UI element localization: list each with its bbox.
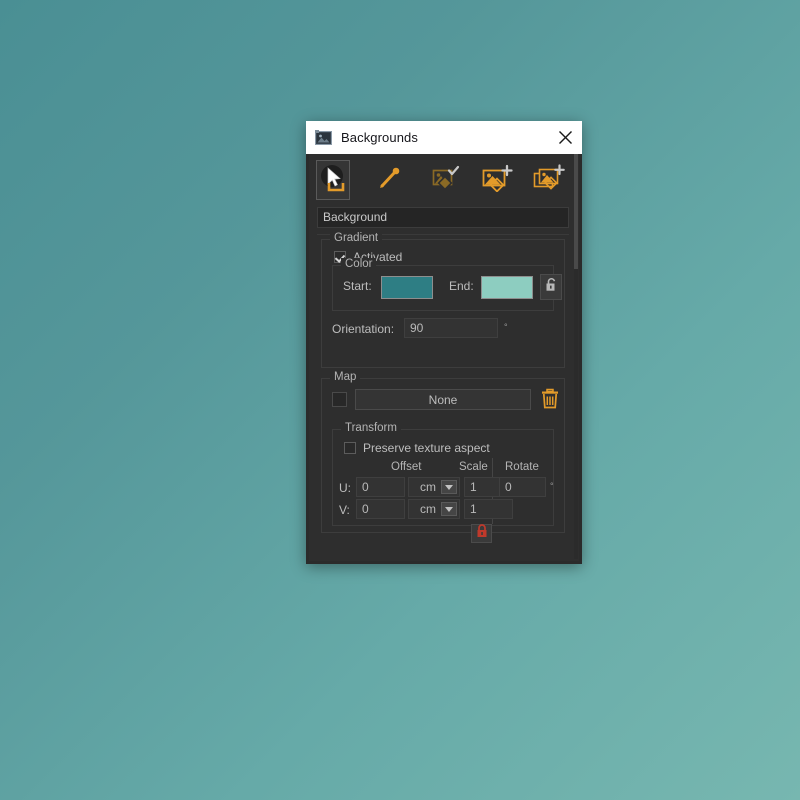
rotate-degree-symbol: ° — [550, 481, 554, 491]
start-color-label: Start: — [343, 279, 372, 293]
add-background-button[interactable] — [480, 160, 514, 200]
map-delete-button[interactable] — [540, 387, 560, 416]
u-offset-input[interactable]: 0 — [356, 477, 405, 497]
u-rotate-input[interactable]: 0 — [499, 477, 546, 497]
preserve-texture-aspect-label: Preserve texture aspect — [363, 441, 490, 455]
rotate-column-header: Rotate — [505, 461, 539, 473]
map-group-title: Map — [330, 371, 361, 383]
map-group: Map None Transform Preserve texture aspe… — [321, 371, 565, 543]
v-unit-dropdown[interactable]: cm — [408, 499, 460, 519]
offset-column-header: Offset — [391, 461, 422, 473]
background-name-input[interactable]: Background — [317, 207, 569, 228]
padlock-open-icon — [545, 277, 558, 297]
u-axis-label: U: — [339, 481, 351, 495]
picture-icon — [315, 129, 332, 146]
uv-lock-button[interactable] — [471, 524, 492, 543]
v-scale-input[interactable]: 1 — [464, 499, 513, 519]
chevron-down-icon[interactable] — [441, 502, 457, 516]
v-offset-input[interactable]: 0 — [356, 499, 405, 519]
backgrounds-toolbar — [316, 159, 566, 201]
apply-background-button[interactable] — [428, 160, 462, 200]
color-group-title: Color — [341, 258, 377, 270]
color-link-lock-button[interactable] — [540, 274, 562, 300]
gradient-group-title: Gradient — [330, 232, 383, 244]
add-multi-background-button[interactable] — [532, 160, 566, 200]
preserve-texture-aspect-checkbox[interactable] — [344, 442, 356, 454]
orientation-degree-symbol: ° — [504, 322, 508, 332]
u-unit-dropdown[interactable]: cm — [408, 477, 460, 497]
transform-group-title: Transform — [341, 422, 401, 434]
color-group: Color Start: End: — [332, 258, 562, 311]
image-plus-icon — [481, 164, 513, 197]
scale-column-header: Scale — [459, 461, 488, 473]
panel-body: Background Gradient Activated Color Star… — [309, 154, 579, 561]
window-titlebar[interactable]: Backgrounds — [306, 121, 582, 154]
end-color-label: End: — [449, 279, 474, 293]
map-select-button[interactable]: None — [355, 389, 531, 410]
end-color-swatch[interactable] — [481, 276, 533, 299]
close-icon[interactable] — [548, 121, 582, 154]
cursor-select-icon — [317, 162, 349, 199]
images-plus-icon — [533, 163, 565, 197]
gradient-group: Gradient Activated Color Start: End: Ori… — [321, 232, 565, 368]
eyedropper-tool-button[interactable] — [372, 160, 406, 200]
select-tool-button[interactable] — [316, 160, 351, 200]
eyedropper-icon — [375, 164, 403, 197]
window-title: Backgrounds — [341, 130, 418, 145]
v-axis-label: V: — [339, 503, 350, 517]
image-check-icon — [430, 164, 460, 197]
orientation-label: Orientation: — [332, 322, 395, 336]
preserve-texture-aspect-row[interactable]: Preserve texture aspect — [344, 441, 490, 455]
chevron-down-icon[interactable] — [441, 480, 457, 494]
padlock-closed-icon — [476, 524, 488, 543]
panel-scrollbar-thumb[interactable] — [574, 154, 578, 269]
transform-group: Transform Preserve texture aspect Offset… — [332, 422, 554, 543]
map-enable-toggle[interactable] — [332, 392, 347, 407]
orientation-input[interactable]: 90 — [404, 318, 498, 338]
start-color-swatch[interactable] — [381, 276, 433, 299]
trash-icon — [540, 388, 560, 415]
backgrounds-window: Backgrounds Background Gradient Activate… — [306, 121, 582, 564]
